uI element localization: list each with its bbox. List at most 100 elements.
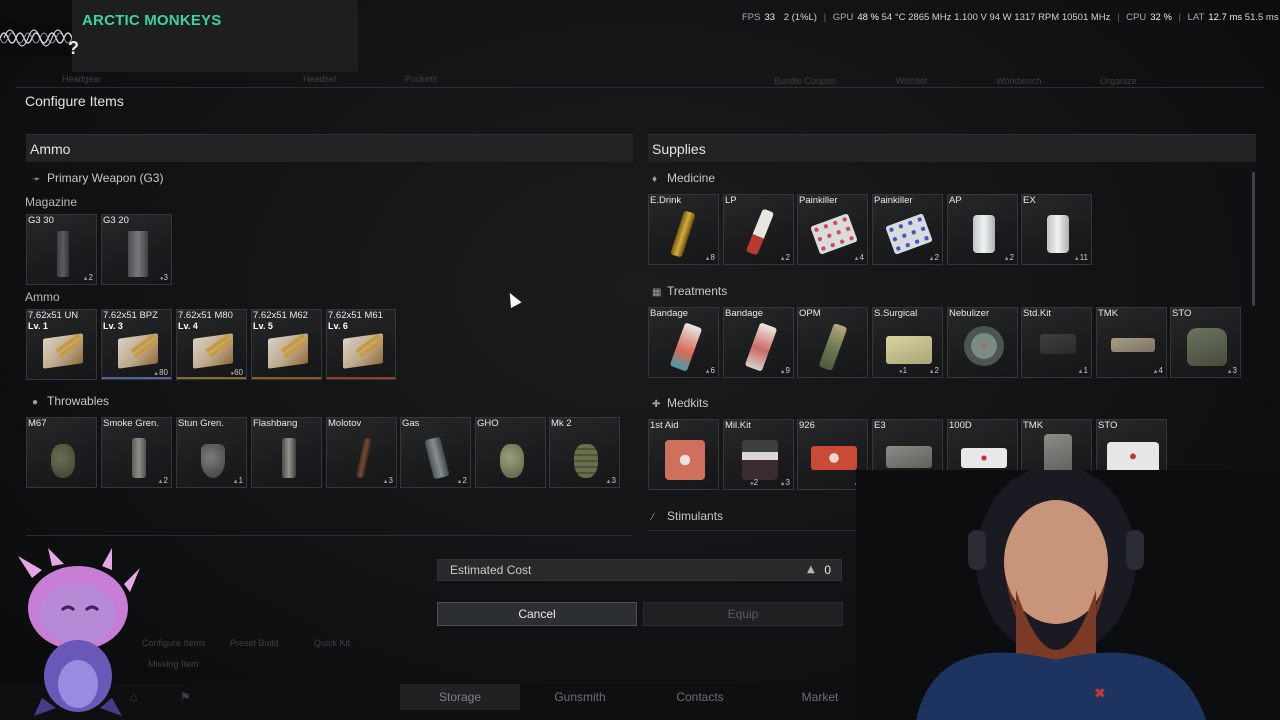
item-name: E.Drink	[650, 195, 682, 206]
item-tile-g3-30[interactable]: G3 30 2	[26, 214, 97, 285]
rarity-bar	[327, 377, 395, 379]
smoke-grenade-icon	[132, 438, 146, 478]
supplies-scrollbar[interactable]	[1252, 172, 1255, 306]
item-name: Molotov	[328, 418, 362, 429]
gpu-volt: 1.100 V	[954, 12, 987, 23]
dialog-title: Configure Items	[25, 93, 124, 109]
primary-weapon-label: Primary Weapon (G3)	[47, 171, 164, 185]
cancel-button[interactable]: Cancel	[437, 602, 637, 626]
flashbang-icon	[282, 438, 296, 478]
medicine-heading: ♦ Medicine	[652, 171, 715, 185]
pill-blister-icon	[810, 213, 858, 255]
item-count: 2	[1004, 253, 1014, 262]
item-count: 11	[1074, 253, 1088, 262]
item-tile-flashbang[interactable]: Flashbang	[251, 417, 322, 488]
item-count: 80	[153, 368, 168, 377]
item-name: Bandage	[725, 308, 764, 319]
ammo-label: Ammo	[25, 290, 60, 304]
item-tile-ammo-m61[interactable]: 7.62x51 M61 Lv. 6	[326, 309, 396, 380]
pouch-926-icon	[811, 446, 857, 470]
item-tile-nebulizer[interactable]: Nebulizer	[947, 307, 1018, 378]
magazine-label: Magazine	[25, 195, 78, 209]
kit-100d-icon	[961, 448, 1007, 468]
item-tile-painkiller-1[interactable]: Painkiller 4	[797, 194, 868, 265]
mascot-overlay	[18, 548, 140, 716]
item-name: 100D	[949, 420, 972, 431]
bg-preset-build: Preset Build	[230, 638, 279, 648]
item-tile-stun-grenade[interactable]: Stun Gren. 1	[176, 417, 247, 488]
item-tile-m67[interactable]: M67	[26, 417, 97, 488]
pill-bottle-icon	[1047, 215, 1069, 253]
item-tile-opm[interactable]: OPM	[797, 307, 868, 378]
item-tile-ammo-un[interactable]: 7.62x51 UN Lv. 1	[26, 309, 97, 380]
item-tile-molotov[interactable]: Molotov 3	[326, 417, 397, 488]
item-count: 4	[854, 253, 864, 262]
item-name: STO	[1172, 308, 1192, 319]
lat-a: 12.7 ms	[1208, 12, 1243, 23]
item-tile-mk2[interactable]: Mk 2 3	[549, 417, 620, 488]
item-tile-energy-drink[interactable]: E.Drink 8	[648, 194, 719, 265]
item-tile-bandage-2[interactable]: Bandage 9	[723, 307, 794, 378]
item-name: E3	[874, 420, 886, 431]
item-tile-smoke-grenade[interactable]: Smoke Gren. 2	[101, 417, 172, 488]
medicine-label: Medicine	[667, 171, 716, 185]
screen: ARCTIC MONKEYS ? FPS 33 2 (1%L) | GPU 48 %…	[0, 0, 1280, 720]
item-tile-ammo-m62[interactable]: 7.62x51 M62 Lv. 5	[251, 309, 322, 380]
now-playing-panel	[72, 0, 358, 72]
ammo-box-icon	[118, 333, 158, 369]
item-count-secondary: 1	[899, 366, 907, 375]
item-name: G3 20	[103, 215, 129, 226]
gpu-mem: 10501 MHz	[1061, 12, 1111, 23]
ammo-box-icon	[193, 333, 233, 369]
item-tile-ammo-m80[interactable]: 7.62x51 M80 Lv. 4 60	[176, 309, 247, 380]
item-name: Flashbang	[253, 418, 298, 429]
item-tile-mil-kit[interactable]: Mil.Kit 2 3	[723, 419, 794, 490]
item-tile-tmk[interactable]: TMK 4	[1096, 307, 1167, 378]
bottom-tab-gunsmith[interactable]: Gunsmith	[520, 684, 640, 710]
item-count: 3	[780, 478, 790, 487]
gpu-temp: 54 °C	[881, 12, 906, 23]
bottom-tab-storage[interactable]: Storage	[400, 684, 520, 710]
supplies-panel-header: Supplies	[648, 134, 1256, 162]
item-name: Std.Kit	[1023, 308, 1051, 319]
item-tile-gho[interactable]: GHO	[475, 417, 546, 488]
item-tile-g3-20[interactable]: G3 20 3	[101, 214, 172, 285]
bottom-tab-contacts[interactable]: Contacts	[640, 684, 760, 710]
flag-icon[interactable]: ⚑	[180, 690, 191, 704]
item-tile-sto[interactable]: STO 3	[1170, 307, 1241, 378]
gpu-clock: 2865 MHz	[908, 12, 952, 23]
syringe-tube-icon	[745, 208, 775, 256]
rarity-bar	[252, 377, 321, 379]
item-count: 2	[83, 273, 93, 282]
frag-grenade-icon	[51, 444, 75, 478]
item-tile-bandage-1[interactable]: Bandage 6	[648, 307, 719, 378]
item-tile-painkiller-2[interactable]: Painkiller 2	[872, 194, 943, 265]
item-tile-s-surgical[interactable]: S.Surgical 1 2	[872, 307, 943, 378]
lat-b: 51.5 ms	[1244, 12, 1279, 23]
item-tile-gas[interactable]: Gas 2	[400, 417, 471, 488]
item-count: 60	[230, 368, 243, 377]
cpu-usage: 32 %	[1150, 12, 1172, 23]
item-tile-ap[interactable]: AP 2	[947, 194, 1018, 265]
supplies-panel-title: Supplies	[652, 141, 706, 157]
gas-grenade-icon	[424, 436, 450, 480]
item-name: Nebulizer	[949, 308, 990, 319]
ammo-panel-title: Ammo	[30, 141, 71, 157]
nebulizer-icon	[964, 326, 1004, 366]
gho-grenade-icon	[500, 444, 524, 478]
currency-icon: ▲	[807, 564, 815, 575]
ammo-box-icon	[343, 333, 383, 369]
item-count: 2	[929, 253, 939, 262]
item-tile-1st-aid[interactable]: 1st Aid	[648, 419, 719, 490]
item-count: 2	[780, 253, 790, 262]
pill-bottle-icon	[973, 215, 995, 253]
equip-button[interactable]: Equip	[643, 602, 843, 626]
item-tile-std-kit[interactable]: Std.Kit 1	[1021, 307, 1092, 378]
item-tile-ammo-bpz[interactable]: 7.62x51 BPZ Lv. 3 80	[101, 309, 172, 380]
dialog-top-divider	[16, 87, 1264, 88]
item-tile-lp[interactable]: LP 2	[723, 194, 794, 265]
molotov-icon	[355, 437, 373, 479]
item-tile-ex[interactable]: EX 11	[1021, 194, 1092, 265]
item-name: Stun Gren.	[178, 418, 224, 429]
item-name: Bandage	[650, 308, 689, 319]
